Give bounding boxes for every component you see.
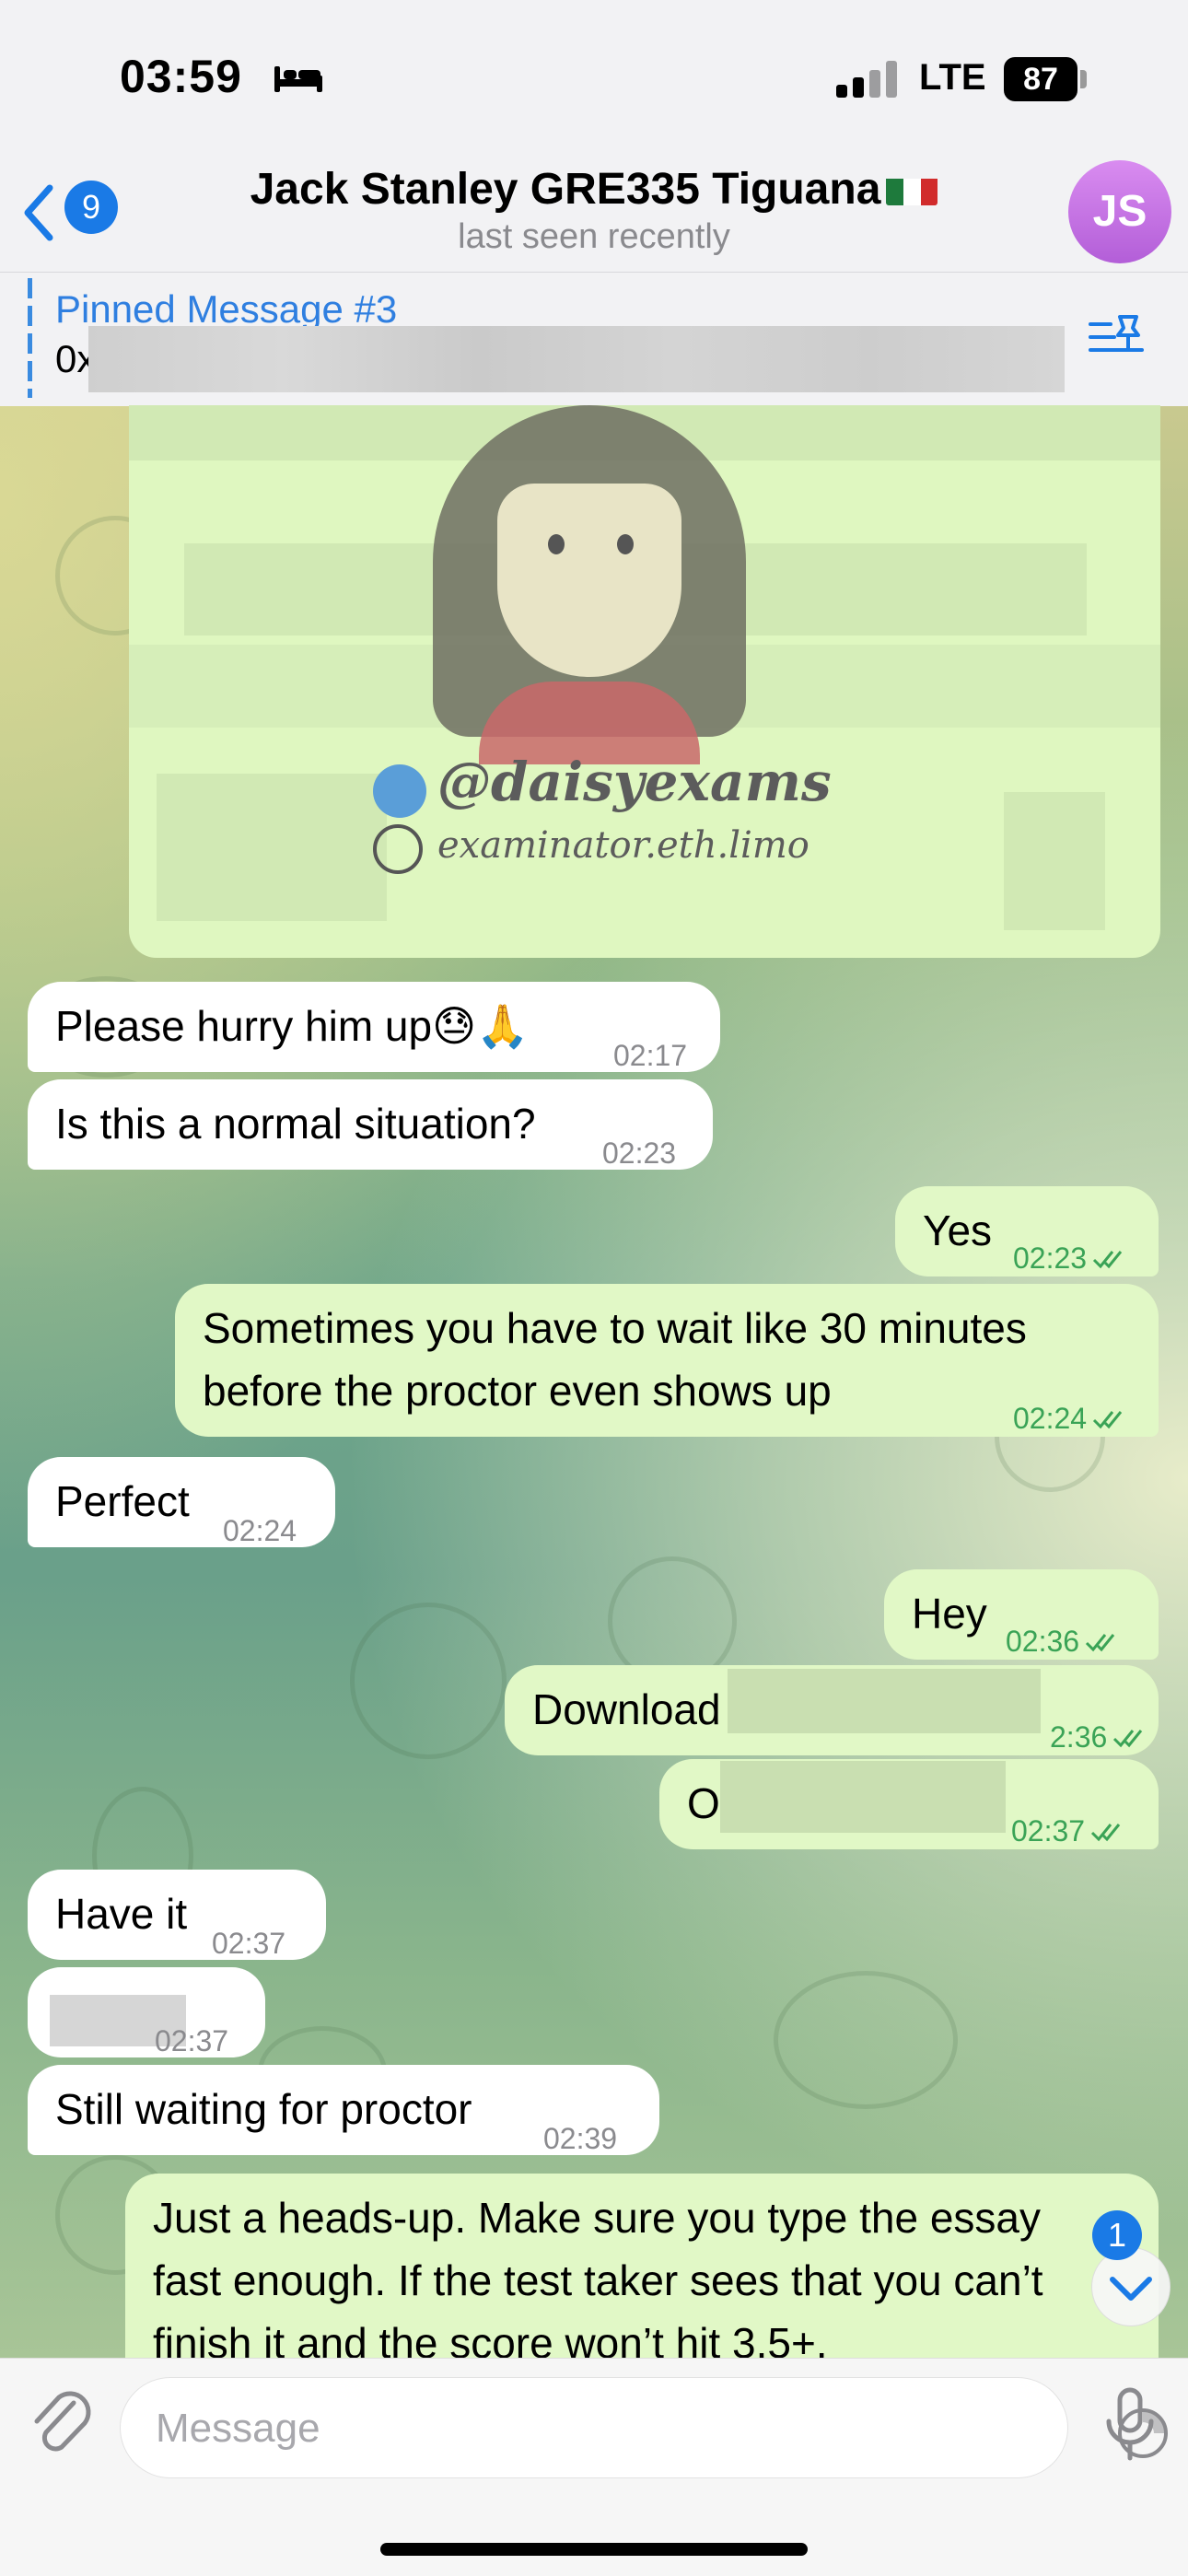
microphone-icon[interactable]	[1098, 2384, 1162, 2467]
pinned-list-icon[interactable]	[1087, 311, 1146, 365]
attach-paperclip-icon[interactable]	[28, 2386, 92, 2460]
message-text: Sometimes you have to wait like 30 minut…	[203, 1304, 1027, 1415]
chat-title-text: Jack Stanley GRE335 Tiguana	[250, 165, 881, 214]
pinned-message-bar[interactable]: Pinned Message #3 0x	[0, 272, 1188, 406]
chat-status: last seen recently	[458, 217, 730, 256]
message-time: 02:39	[543, 2122, 618, 2155]
read-checkmarks-icon	[1086, 1634, 1115, 1652]
message-bubble[interactable]: Please hurry him up😓🙏 02:17	[28, 982, 720, 1072]
cellular-signal-icon	[836, 61, 899, 98]
message-bubble[interactable]: Perfect 02:24	[28, 1457, 335, 1547]
message-time: 02:24	[223, 1514, 297, 1547]
globe-icon	[373, 824, 423, 874]
message-input-bar	[0, 2358, 1188, 2576]
pin-indicator	[28, 278, 32, 398]
message-bubble[interactable]: 02:37	[28, 1967, 265, 2057]
status-bar: 03:59 LTE 87	[0, 0, 1188, 157]
illustration-eye	[617, 534, 634, 554]
read-checkmarks-icon	[1093, 1411, 1123, 1429]
status-time: 03:59	[120, 51, 242, 102]
message-time: 02:17	[613, 1039, 688, 1072]
message-text: Perfect	[55, 1477, 190, 1525]
message-field[interactable]	[120, 2377, 1168, 2478]
message-text: Have it	[55, 1890, 188, 1938]
message-bubble[interactable]: Have it 02:37	[28, 1870, 326, 1960]
network-type: LTE	[919, 57, 986, 98]
message-bubble[interactable]: Sometimes you have to wait like 30 minut…	[175, 1284, 1159, 1437]
message-text: Download	[532, 1685, 721, 1733]
message-time: 02:23	[602, 1136, 677, 1170]
scroll-down-button[interactable]	[1091, 2247, 1171, 2326]
message-bubble[interactable]: Still waiting for proctor 02:39	[28, 2065, 659, 2155]
message-text: Is this a normal situation?	[55, 1100, 536, 1148]
message-time: 02:37	[155, 2024, 229, 2057]
pinned-title: Pinned Message #3	[55, 287, 398, 331]
home-indicator[interactable]	[380, 2543, 808, 2556]
redacted-area	[88, 326, 1065, 392]
image-handle: @daisyexams	[437, 751, 832, 813]
message-bubble[interactable]: Yes 02:23	[895, 1186, 1159, 1276]
chevron-down-icon	[1110, 2277, 1152, 2301]
message-text: Yes	[923, 1206, 993, 1254]
illustration-face	[497, 484, 681, 677]
message-time: 02:23	[1013, 1227, 1133, 1289]
message-bubble[interactable]: Is this a normal situation? 02:23	[28, 1079, 713, 1170]
chat-title[interactable]: Jack Stanley GRE335 Tiguana	[0, 164, 1188, 215]
battery-tip	[1080, 70, 1087, 88]
chat-header: 9 Jack Stanley GRE335 Tiguana last seen …	[0, 157, 1188, 272]
avatar[interactable]: JS	[1068, 160, 1171, 263]
message-time: 02:24	[1013, 1387, 1133, 1450]
mexico-flag-icon	[886, 172, 938, 205]
sleep-focus-icon	[274, 66, 322, 92]
message-text: Hey	[912, 1590, 987, 1638]
message-bubble[interactable]: Just a heads-up. Make sure you type the …	[125, 2174, 1159, 2358]
message-input[interactable]	[154, 2398, 986, 2459]
read-checkmarks-icon	[1091, 1824, 1121, 1842]
redacted-area	[720, 1761, 1006, 1833]
message-bubble[interactable]: Hey 02:36	[884, 1569, 1159, 1660]
message-bubble[interactable]: O 02:37	[659, 1759, 1159, 1849]
message-time: 02:36	[1006, 1610, 1125, 1673]
illustration-eye	[548, 534, 565, 554]
read-checkmarks-icon	[1093, 1251, 1123, 1269]
message-text: Still waiting for proctor	[55, 2085, 472, 2133]
read-checkmarks-icon	[1113, 1730, 1143, 1748]
image-site: examinator.eth.limo	[437, 824, 809, 867]
telegram-icon	[373, 764, 426, 818]
battery-icon: 87	[1004, 57, 1077, 101]
new-messages-badge[interactable]: 1	[1092, 2210, 1142, 2260]
image-message[interactable]: @daisyexams examinator.eth.limo	[129, 405, 1160, 958]
message-text: Just a heads-up. Make sure you type the …	[153, 2194, 1043, 2358]
message-bubble[interactable]: Download 2:36	[505, 1665, 1159, 1755]
message-time: 02:37	[1011, 1800, 1131, 1862]
redacted-area	[728, 1669, 1041, 1733]
message-time: 02:37	[212, 1927, 286, 1960]
message-text: O	[687, 1779, 720, 1827]
message-text: Please hurry him up😓🙏	[55, 1002, 530, 1050]
